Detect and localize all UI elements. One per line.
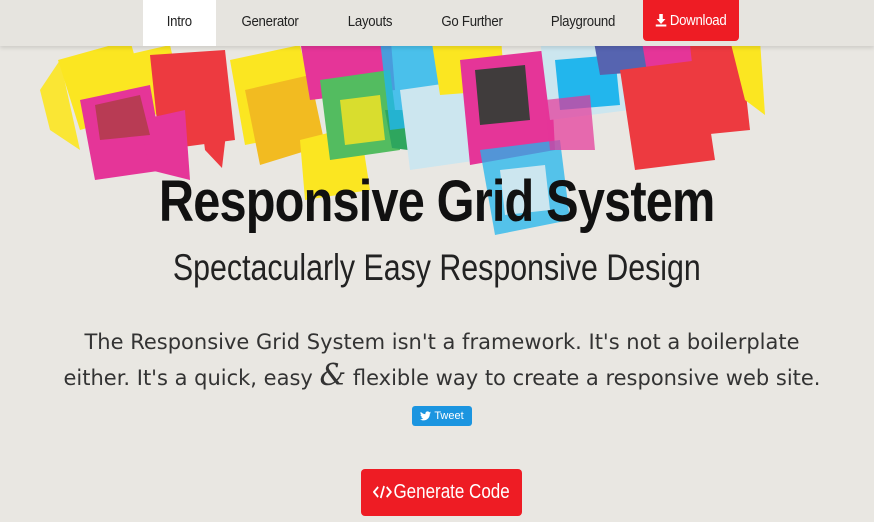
generate-code-button[interactable]: Generate Code [361,469,522,516]
twitter-bird-icon [420,411,432,421]
download-label: Download [670,12,727,29]
tweet-button[interactable]: Tweet [412,406,472,426]
nav-item-layouts[interactable]: Layouts [342,0,398,46]
ampersand: & [319,358,347,393]
nav-item-go-further[interactable]: Go Further [437,0,507,46]
download-button[interactable]: Download [643,0,739,41]
tweet-label: Tweet [434,410,464,422]
page-title: Responsive Grid System [159,169,715,234]
download-icon [656,14,667,27]
navbar: Intro Generator Layouts Go Further Playg… [0,0,874,46]
nav-item-generator[interactable]: Generator [237,0,304,46]
nav-item-playground[interactable]: Playground [545,0,621,46]
page-subtitle: Spectacularly Easy Responsive Design [173,247,701,288]
generate-code-label: Generate Code [393,481,510,503]
intro-paragraph: The Responsive Grid System isn't a frame… [63,330,821,393]
nav-item-intro[interactable]: Intro [143,0,216,46]
code-icon [372,485,393,499]
